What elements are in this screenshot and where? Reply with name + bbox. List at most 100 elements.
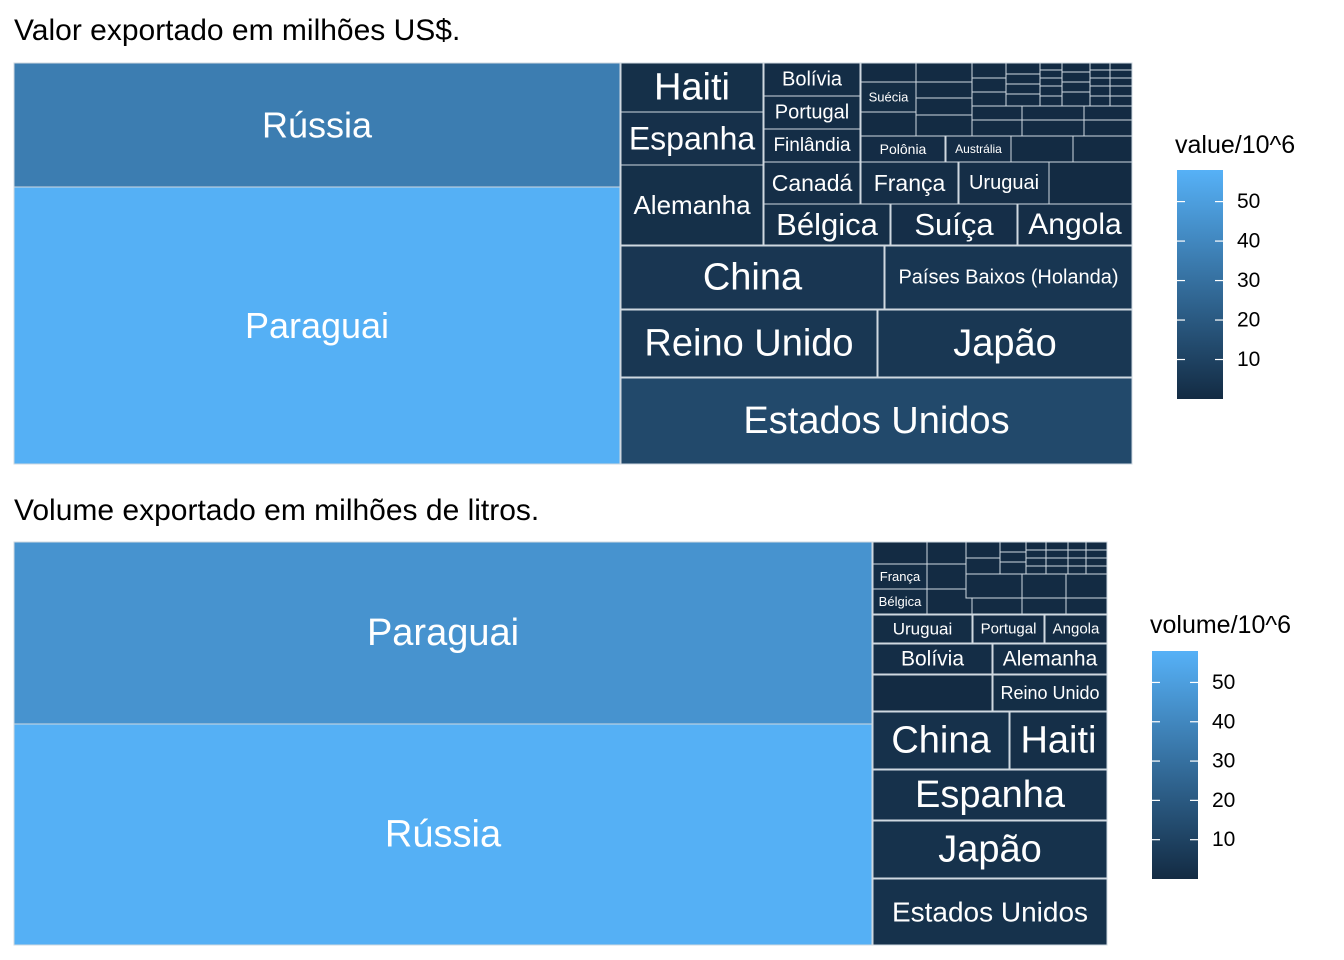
- small-tile: [1045, 549, 1069, 559]
- tile-label: China: [703, 257, 803, 299]
- small-tile: [915, 81, 973, 99]
- small-tile: [1089, 62, 1111, 71]
- tile-label: Suíça: [914, 207, 994, 242]
- tile-label: Haiti: [654, 67, 730, 109]
- tile-label: Rússia: [262, 105, 373, 146]
- small-tile: [971, 91, 1007, 107]
- small-tile: [1067, 549, 1087, 559]
- tile-franca: França: [872, 563, 928, 590]
- tile-label: China: [891, 720, 991, 762]
- tile-suica: Suíça: [890, 203, 1018, 246]
- small-tile: [1065, 597, 1108, 615]
- small-tile: [999, 561, 1027, 575]
- tile-alemanha: Alemanha: [992, 643, 1108, 675]
- small-tile: [1005, 93, 1041, 107]
- small-tile: [1048, 161, 1133, 205]
- tile-espanha: Espanha: [620, 111, 764, 166]
- small-tile: [926, 541, 967, 565]
- legend-tick-label: 50: [1212, 671, 1235, 694]
- small-tile: [971, 77, 1007, 93]
- tile-label: Japão: [953, 323, 1057, 365]
- tile-australia: Austrália: [945, 135, 1012, 163]
- small-tile: [1109, 85, 1133, 97]
- tile-uruguai: Uruguai: [958, 161, 1050, 205]
- tile-label: Bolívia: [901, 648, 964, 671]
- legend-tick-label: 30: [1237, 269, 1260, 292]
- tile-paises-baixos-holanda: Países Baixos (Holanda): [884, 245, 1133, 310]
- small-tile: [1089, 77, 1111, 87]
- small-tile: [1039, 62, 1063, 71]
- small-tile: [1021, 119, 1085, 137]
- small-tile: [1109, 77, 1133, 87]
- tile-label: Rússia: [385, 814, 502, 856]
- small-tile: [1025, 549, 1047, 559]
- tile-label: Estados Unidos: [892, 897, 1088, 928]
- small-tile: [1085, 565, 1108, 575]
- treemap-panel-1: Valor exportado em milhões US$. Paraguai R…: [13, 14, 1295, 465]
- small-tile: [1010, 135, 1074, 163]
- small-tile: [926, 563, 967, 590]
- small-tile: [1021, 597, 1067, 615]
- tile-belgica: Bélgica: [763, 203, 891, 246]
- small-tile: [915, 114, 973, 137]
- tile-label: Reino Unido: [1000, 683, 1099, 703]
- small-tile: [1061, 62, 1091, 73]
- small-tile: [872, 541, 928, 565]
- small-tile: [1085, 557, 1108, 567]
- small-tile: [1061, 91, 1091, 107]
- tile-label: Bélgica: [776, 207, 878, 242]
- tile-bolivia: Bolívia: [872, 643, 993, 675]
- tile-label: Paraguai: [245, 305, 389, 346]
- tile-reino-unido: Reino Unido: [992, 674, 1108, 712]
- small-tile: [1045, 557, 1069, 567]
- tile-label: Portugal: [981, 621, 1037, 638]
- tile-suecia: Suécia: [860, 81, 917, 113]
- tile-label: França: [874, 170, 946, 196]
- legend-title: value/10^6: [1175, 131, 1295, 159]
- legend-tick-label: 30: [1212, 750, 1235, 773]
- tile-label: Angola: [1053, 621, 1100, 638]
- chart-title: Volume exportado em milhões de litros.: [14, 494, 539, 527]
- small-tile: [971, 597, 1023, 615]
- tile-label: Paraguai: [367, 612, 519, 654]
- treemap-figure: Valor exportado em milhões US$. Paraguai R…: [13, 14, 1295, 946]
- small-tile: [1025, 565, 1047, 575]
- small-tile: [1065, 573, 1108, 599]
- small-tile: [965, 557, 1001, 575]
- tile-canada: Canadá: [763, 161, 861, 205]
- tile-haiti: Haiti: [620, 62, 764, 113]
- tile-label: Haiti: [1020, 720, 1096, 762]
- legend-title: volume/10^6: [1150, 611, 1291, 639]
- tile-label: Angola: [1028, 208, 1122, 241]
- small-tile: [1085, 549, 1108, 559]
- tile-finlandia: Finlândia: [763, 128, 861, 163]
- small-tile: [1089, 69, 1111, 79]
- tile-label: Suécia: [869, 90, 910, 105]
- small-tile: [1061, 81, 1091, 93]
- small-tile: [971, 105, 1023, 121]
- tile-reino-unido: Reino Unido: [620, 309, 878, 378]
- tile-alemanha: Alemanha: [620, 164, 764, 246]
- small-tile: [872, 674, 993, 712]
- small-tile: [915, 97, 973, 116]
- tile-angola: Angola: [1044, 614, 1108, 644]
- tile-label: Finlândia: [773, 135, 851, 156]
- tile-franca: França: [860, 161, 959, 205]
- small-tile: [1045, 565, 1069, 575]
- tile-belgica: Bélgica: [872, 588, 928, 615]
- color-legend: volume/10^6 10 20 30 40 50: [1150, 611, 1291, 879]
- tile-estados-unidos: Estados Unidos: [872, 878, 1108, 946]
- small-tile: [1083, 105, 1133, 121]
- tile-espanha: Espanha: [872, 769, 1108, 821]
- small-tile: [926, 588, 973, 615]
- small-tile: [1025, 541, 1047, 551]
- tile-russia: Rússia: [13, 62, 621, 188]
- small-tile: [1109, 62, 1133, 71]
- small-tile: [1039, 95, 1063, 107]
- small-tile: [1085, 541, 1108, 551]
- tile-russia: Rússia: [13, 723, 873, 946]
- tile-label: Espanha: [915, 774, 1066, 816]
- tile-bolivia: Bolívia: [763, 62, 861, 97]
- small-tile: [1089, 85, 1111, 97]
- tile-label: Portugal: [775, 102, 850, 124]
